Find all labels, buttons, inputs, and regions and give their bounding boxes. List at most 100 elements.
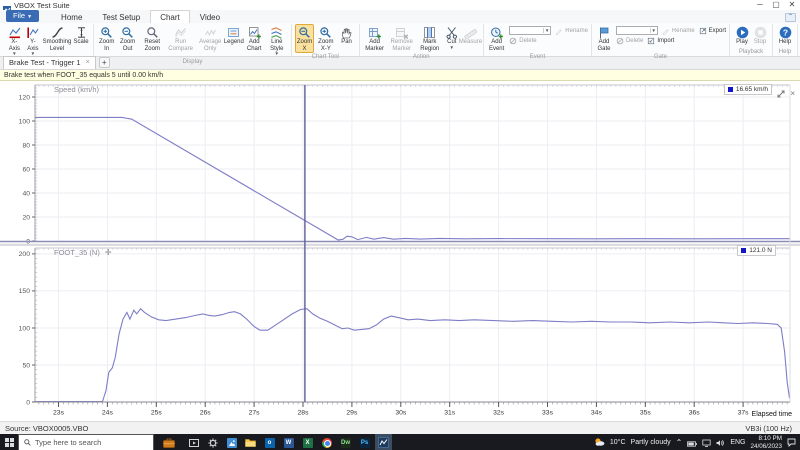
ribbon-button-add-marker[interactable]: Add Marker <box>363 24 387 53</box>
excel-icon[interactable]: X <box>299 434 316 450</box>
photos-app-icon[interactable] <box>223 434 240 450</box>
ribbon-group-title: Playback <box>738 49 764 55</box>
ribbon-button-play[interactable]: Play <box>733 24 751 47</box>
svg-text:31s: 31s <box>444 410 456 417</box>
ribbon-button-label: Add Event <box>488 39 505 52</box>
tab-chart[interactable]: Chart <box>150 10 190 23</box>
source-file-label: Source: VBOX0005.VBO <box>5 423 89 433</box>
force-legend[interactable]: 121.0 N <box>737 245 776 256</box>
chart-area[interactable]: 02040608010012005010015020023s24s25s26s2… <box>0 81 800 421</box>
add-marker-icon <box>368 26 382 39</box>
tab-home[interactable]: Home <box>51 10 92 23</box>
popout-chart-icon[interactable] <box>777 85 785 103</box>
taskbar-app-icons: o W X Dw Ps <box>185 434 392 450</box>
language-indicator[interactable]: ENG <box>730 439 745 446</box>
ribbon-button-run-compare: Run Compare <box>166 24 196 53</box>
svg-text:30s: 30s <box>395 410 407 417</box>
weather-icon[interactable] <box>594 434 605 450</box>
ribbon-button-label: Add Chart <box>246 39 262 52</box>
show-hidden-icons-chevron[interactable]: ⌃ <box>676 438 683 447</box>
ribbon-button-gate-import[interactable]: Import <box>647 37 674 45</box>
play-icon <box>736 26 749 39</box>
force-panel-title[interactable]: FOOT_35 (N) ✛ <box>54 248 112 257</box>
dreamweaver-icon[interactable]: Dw <box>337 434 354 450</box>
ribbon-button-remove-marker: Remove Marker <box>387 24 417 53</box>
battery-icon[interactable] <box>687 434 698 450</box>
brake-test-chart[interactable]: 02040608010012005010015020023s24s25s26s2… <box>0 81 800 421</box>
chrome-icon[interactable] <box>318 434 335 450</box>
ribbon-button-help[interactable]: ? Help <box>776 24 794 47</box>
ribbon-button-gate-export[interactable]: Export <box>699 27 726 35</box>
file-menu-button[interactable]: File ▼ <box>6 10 40 22</box>
outlook-icon[interactable]: o <box>261 434 278 450</box>
ribbon-button-scale[interactable]: Scale <box>72 24 90 47</box>
svg-text:32s: 32s <box>493 410 505 417</box>
ribbon-button-zoom-xy[interactable]: Zoom X-Y <box>314 24 337 53</box>
movies-app-icon[interactable] <box>185 434 202 450</box>
ribbon-group-help: ? Help Help <box>773 24 798 56</box>
word-icon[interactable]: W <box>280 434 297 450</box>
force-series-swatch <box>741 248 747 253</box>
ribbon-button-measure: Measure <box>459 24 482 47</box>
cut-icon <box>445 26 458 39</box>
close-chart-icon[interactable]: × <box>790 90 795 98</box>
gate-select[interactable]: ▼ <box>615 26 658 35</box>
ribbon-button-add-event[interactable]: Add Event <box>487 24 506 53</box>
combo-caret-icon: ▼ <box>649 28 656 33</box>
file-explorer-icon[interactable] <box>242 434 259 450</box>
add-chart-icon <box>248 26 261 39</box>
add-event-icon <box>490 26 504 39</box>
ribbon-button-label: Add Gate <box>597 39 611 52</box>
ribbon-small-label: Delete <box>625 38 644 44</box>
weather-desc[interactable]: Partly cloudy <box>631 439 671 446</box>
document-tab-brake-test[interactable]: Brake Test - Trigger 1 × <box>3 56 96 69</box>
ribbon-button-smoothing-level[interactable]: Smoothing Level <box>42 24 72 53</box>
window-title: VBOX Test Suite <box>14 0 70 10</box>
ribbon-button-pan[interactable]: Pan <box>338 24 356 47</box>
ribbon-button-zoom-x[interactable]: Zoom X <box>294 24 315 54</box>
event-select[interactable]: ▼ <box>509 26 552 35</box>
tab-video[interactable]: Video <box>190 10 230 23</box>
ribbon-button-add-chart[interactable]: Add Chart <box>243 24 266 53</box>
svg-text:200: 200 <box>19 251 31 258</box>
ribbon-button-zoom-in[interactable]: Zoom In <box>97 24 116 53</box>
ribbon-button-label: Zoom X-Y <box>318 39 334 52</box>
add-tab-button[interactable]: + <box>98 57 110 68</box>
minimize-button[interactable]: ─ <box>752 0 768 10</box>
ribbon-button-label: Help <box>778 39 792 45</box>
scale-icon <box>75 26 88 39</box>
svg-text:150: 150 <box>19 288 31 295</box>
tab-close-icon[interactable]: × <box>86 59 90 66</box>
maximize-button[interactable]: ▢ <box>768 0 784 10</box>
weather-temp[interactable]: 10°C <box>610 439 626 446</box>
speed-legend[interactable]: 16.65 km/h <box>723 84 772 95</box>
ribbon-button-legend[interactable]: Legend <box>224 24 244 47</box>
close-button[interactable]: ✕ <box>784 0 800 10</box>
volume-icon[interactable] <box>716 434 725 450</box>
ribbon-button-y-axis[interactable]: Y-Axis ▼ <box>24 24 42 58</box>
speed-panel-title: Speed (km/h) <box>54 85 100 94</box>
ribbon-button-zoom-out[interactable]: Zoom Out <box>116 24 139 53</box>
ribbon-button-reset-zoom[interactable]: Reset Zoom <box>139 24 166 53</box>
network-icon[interactable] <box>702 434 711 450</box>
taskbar-clock[interactable]: 8:10 PM 24/06/2023 <box>750 435 782 450</box>
photoshop-icon[interactable]: Ps <box>356 434 373 450</box>
ribbon-button-x-axis[interactable]: X-Axis ▼ <box>5 24 24 58</box>
ribbon-group-data: X-Axis▼Y-Axis▼Smoothing LevelScaleData <box>2 24 95 65</box>
ribbon-button-line-style[interactable]: Line Style ▼ <box>266 24 288 58</box>
ribbon-button-cut[interactable]: Cut ▼ <box>443 24 461 51</box>
ribbon-collapse-icon[interactable]: ⌃ <box>785 13 796 22</box>
taskbar-search-input[interactable]: Type here to search <box>18 434 154 450</box>
action-center-icon[interactable] <box>787 434 796 450</box>
ribbon-group-playback: Play Stop Playback <box>730 24 773 56</box>
vbox-test-suite-taskbar-icon[interactable] <box>375 434 392 450</box>
ribbon-group-title: Event <box>529 54 546 61</box>
cortana-briefcase-icon[interactable] <box>160 434 177 450</box>
ribbon-button-mark-region[interactable]: Mark Region <box>417 24 443 53</box>
ribbon-button-add-gate[interactable]: Add Gate <box>595 24 613 53</box>
move-handle-icon[interactable]: ✛ <box>105 248 112 257</box>
start-button[interactable] <box>0 434 18 450</box>
settings-gear-icon[interactable] <box>204 434 221 450</box>
svg-text:20: 20 <box>22 214 30 221</box>
tab-test-setup[interactable]: Test Setup <box>92 10 150 23</box>
